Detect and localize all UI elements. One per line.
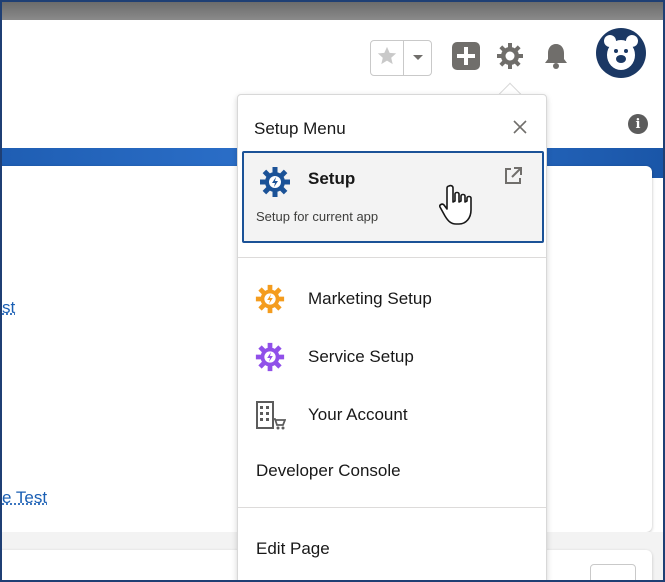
your-account-label: Your Account	[308, 405, 408, 424]
star-icon	[376, 45, 398, 72]
external-link-icon[interactable]	[502, 165, 524, 192]
chevron-down-icon	[412, 49, 424, 67]
menu-divider	[238, 507, 546, 508]
favorite-button[interactable]	[371, 41, 405, 75]
building-cart-icon	[254, 397, 294, 433]
close-button[interactable]	[510, 119, 530, 139]
setup-menu-item[interactable]: Setup Setup for current app	[242, 151, 544, 243]
gear-icon	[254, 339, 294, 375]
service-setup-label: Service Setup	[308, 347, 414, 366]
setup-gear-button[interactable]	[494, 42, 526, 74]
gear-icon	[254, 281, 294, 317]
plus-icon	[451, 41, 481, 76]
record-link[interactable]: e Test	[2, 488, 47, 508]
setup-menu-popover: Setup Menu Setup Setup for current app M…	[237, 94, 547, 580]
card-action-button[interactable]	[590, 564, 636, 580]
user-avatar[interactable]	[596, 28, 646, 78]
edit-page-item[interactable]: Edit Page	[256, 539, 330, 559]
screenshot-frame: i st e Test Setup Menu Setup Setup for c…	[0, 0, 665, 582]
hand-cursor-icon	[439, 182, 479, 235]
notifications-button[interactable]	[540, 42, 572, 74]
info-icon[interactable]: i	[628, 114, 648, 134]
bell-icon	[542, 41, 570, 76]
marketing-setup-label: Marketing Setup	[308, 289, 432, 308]
gear-icon	[258, 165, 292, 204]
setup-label: Setup	[308, 169, 356, 188]
favorites-menu-button[interactable]	[404, 41, 431, 75]
marketing-setup-item[interactable]: Marketing Setup	[254, 279, 534, 319]
favorites-group	[370, 40, 432, 76]
menu-title: Setup Menu	[254, 119, 346, 138]
gear-icon	[495, 41, 525, 76]
bear-avatar-icon	[599, 29, 643, 78]
record-link[interactable]: st	[2, 298, 15, 318]
setup-sublabel: Setup for current app	[256, 209, 379, 224]
service-setup-item[interactable]: Service Setup	[254, 337, 534, 377]
close-icon	[513, 119, 527, 139]
global-actions-button[interactable]	[450, 41, 482, 76]
your-account-item[interactable]: Your Account	[254, 395, 534, 435]
developer-console-item[interactable]: Developer Console	[256, 461, 401, 481]
menu-divider	[238, 257, 546, 258]
browser-top-strip	[2, 2, 663, 20]
